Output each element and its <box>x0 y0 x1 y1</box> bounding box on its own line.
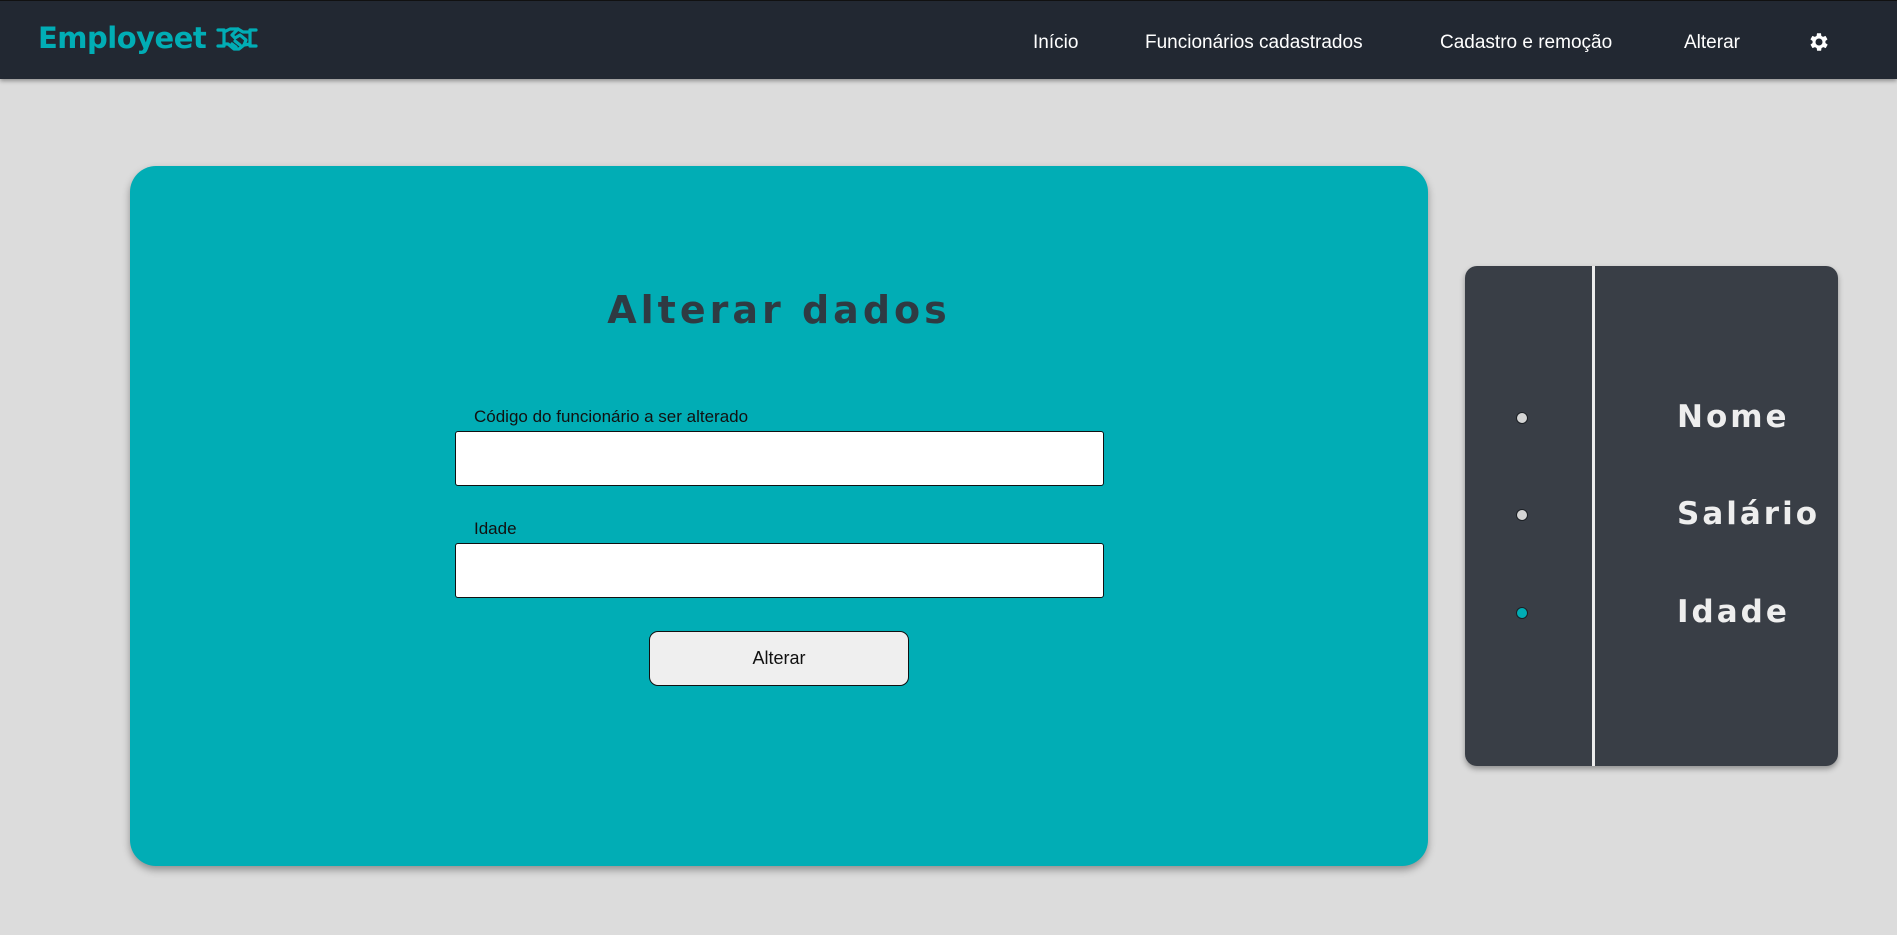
field-selector-panel: Nome Salário Idade <box>1465 266 1838 766</box>
option-label: Nome <box>1677 399 1790 435</box>
radio-dot[interactable] <box>1516 509 1528 521</box>
employee-code-input[interactable] <box>455 431 1104 486</box>
nav-item-cadastro-e-remocao[interactable]: Cadastro e remoção <box>1440 32 1612 54</box>
page-title: Alterar dados <box>607 288 951 332</box>
nav-item-inicio[interactable]: Início <box>1033 32 1078 54</box>
nav-item-alterar[interactable]: Alterar <box>1684 32 1740 54</box>
age-label: Idade <box>474 519 517 538</box>
radio-dot-selected[interactable] <box>1516 607 1528 619</box>
option-label: Salário <box>1677 496 1821 532</box>
option-idade[interactable]: Idade <box>1465 588 1838 638</box>
alterar-button[interactable]: Alterar <box>649 631 909 686</box>
gear-icon[interactable] <box>1807 30 1831 54</box>
nav-menu: Início Funcionários cadastrados Cadastro… <box>0 1 1897 80</box>
edit-data-card: Alterar dados Código do funcionário a se… <box>130 166 1428 866</box>
option-nome[interactable]: Nome <box>1465 393 1838 443</box>
radio-dot[interactable] <box>1516 412 1528 424</box>
option-salario[interactable]: Salário <box>1465 490 1838 540</box>
top-navbar: Employeet Início Funcionários cadastrado… <box>0 0 1897 79</box>
employee-code-label: Código do funcionário a ser alterado <box>474 407 749 426</box>
age-input[interactable] <box>455 543 1104 598</box>
nav-item-funcionarios-cadastrados[interactable]: Funcionários cadastrados <box>1145 32 1363 54</box>
option-label: Idade <box>1677 594 1790 630</box>
